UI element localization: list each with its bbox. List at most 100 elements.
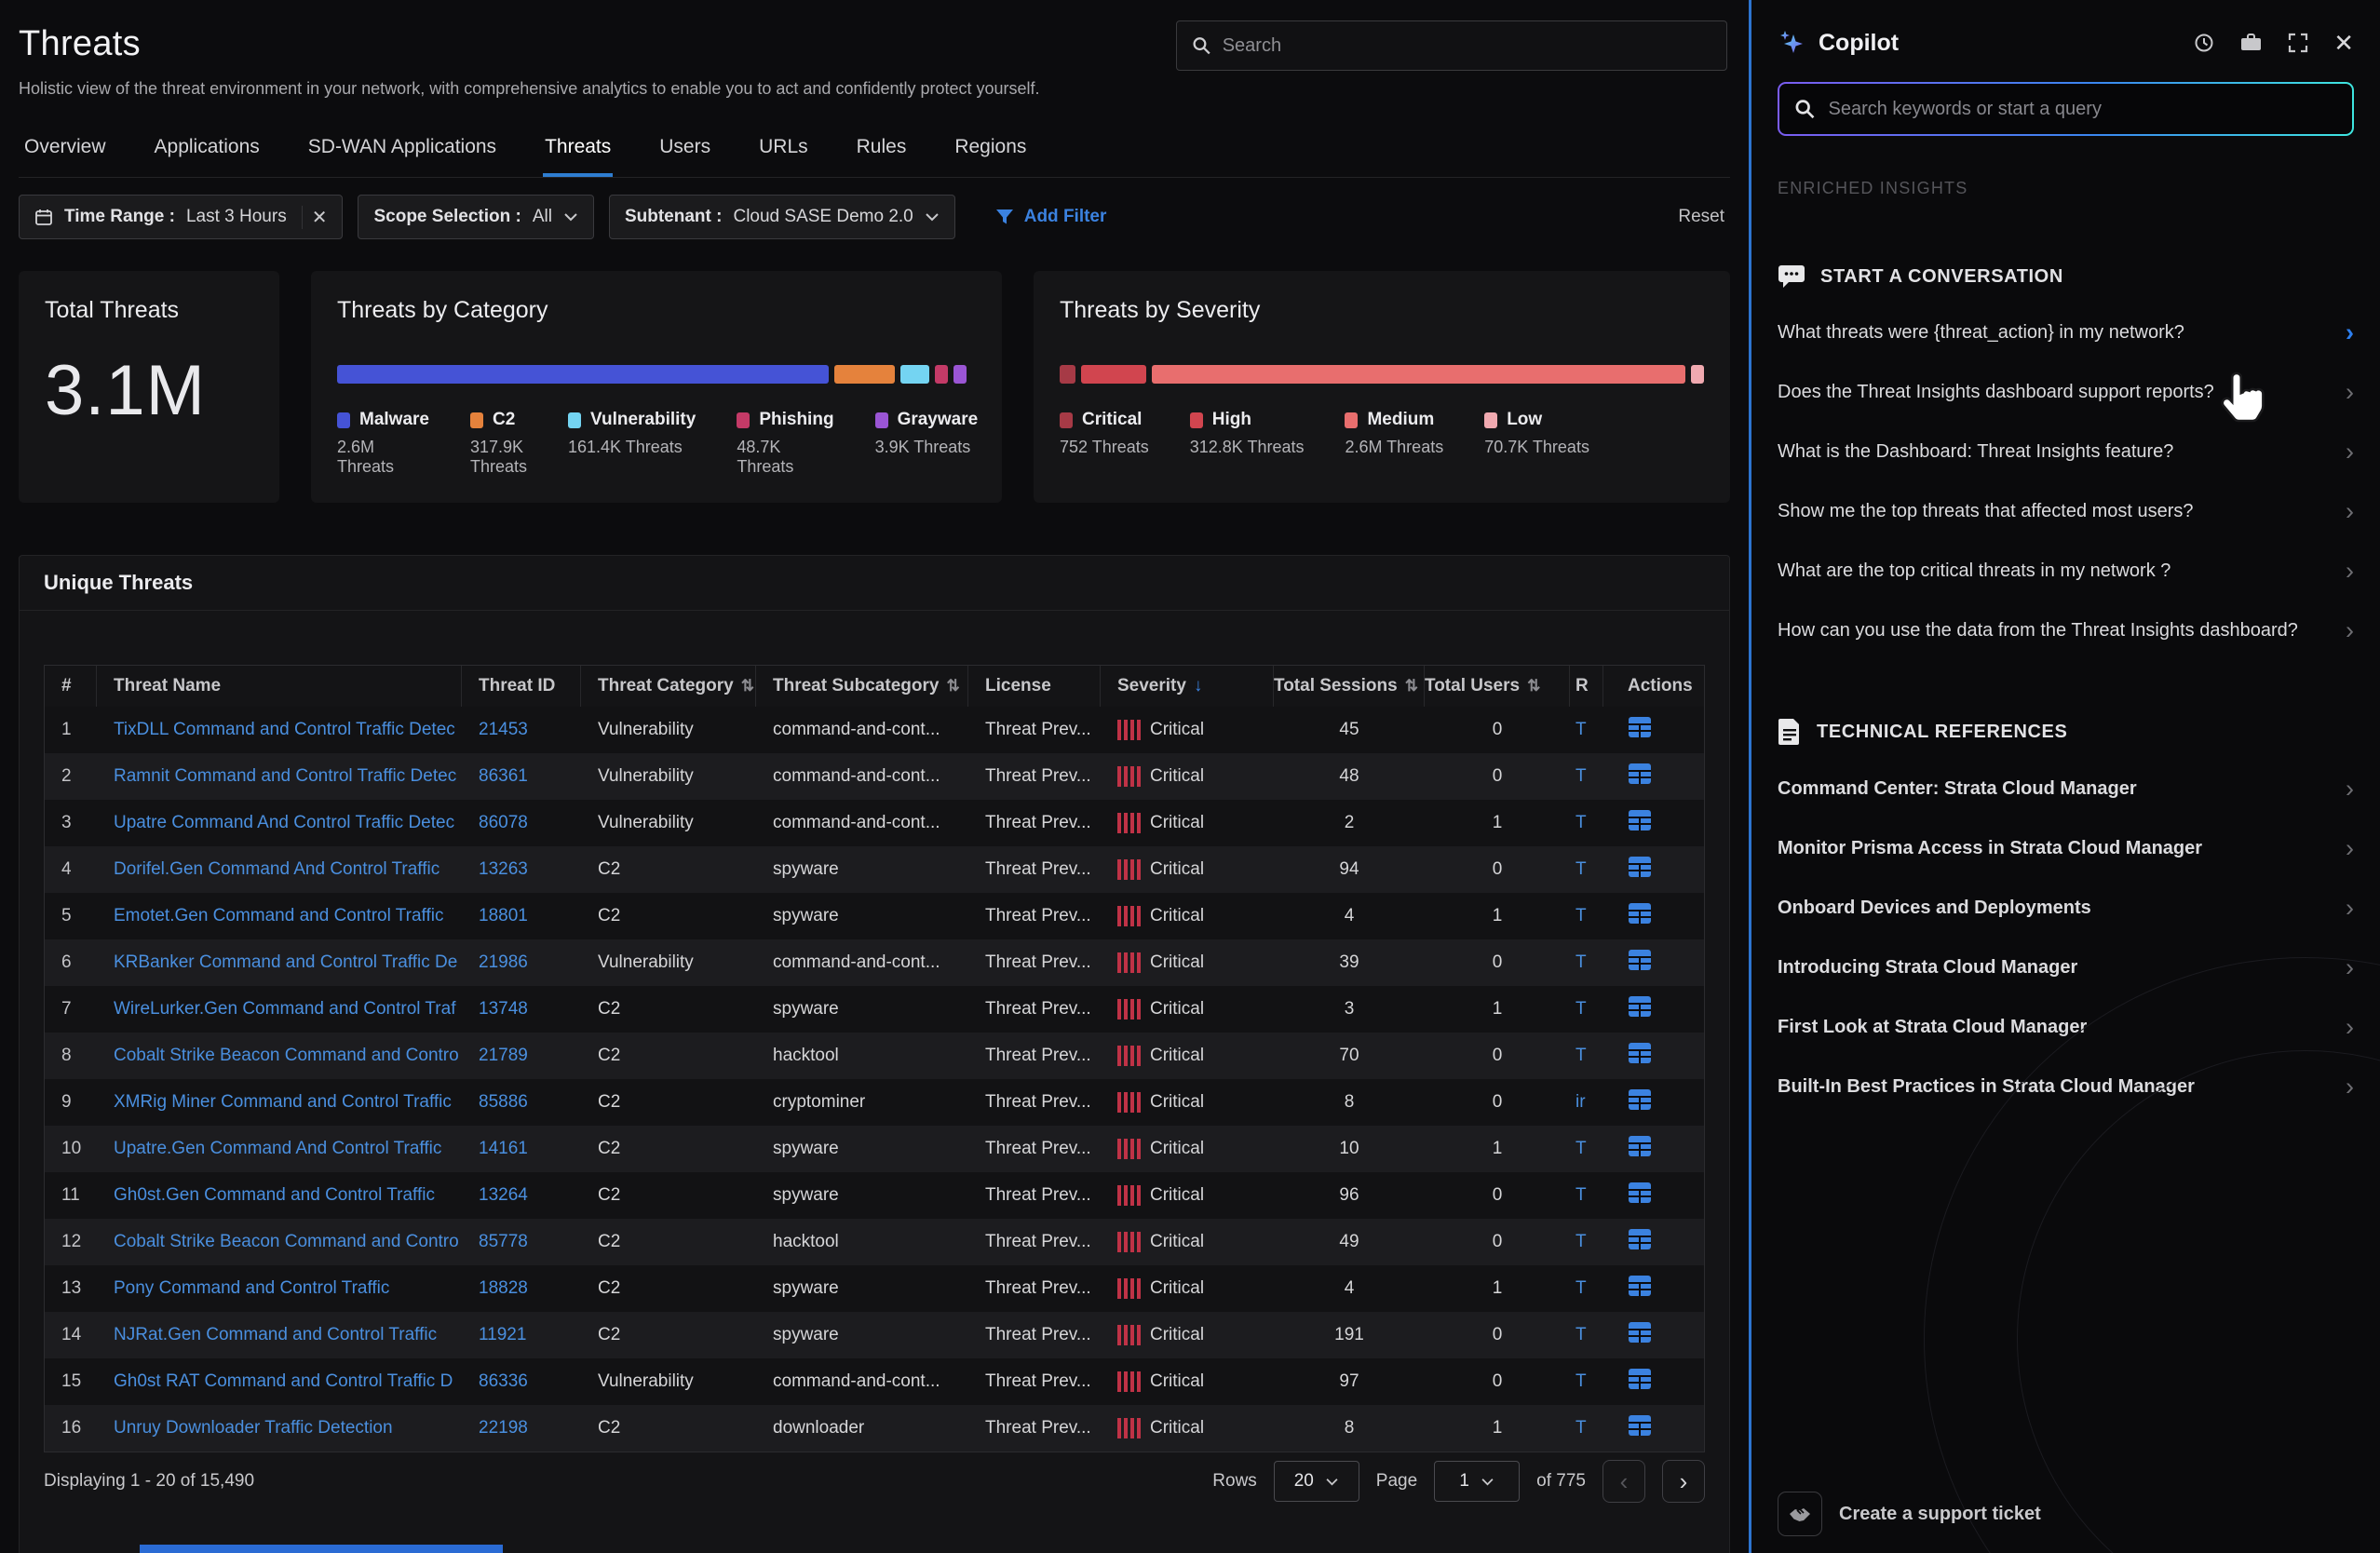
table-actions-icon[interactable] <box>1628 1423 1652 1442</box>
table-actions-icon[interactable] <box>1628 1143 1652 1163</box>
tab-rules[interactable]: Rules <box>855 127 909 177</box>
threat-name-link[interactable]: Upatre.Gen Command And Control Traffic <box>97 1139 462 1159</box>
expand-icon[interactable] <box>2287 32 2309 54</box>
threat-name-link[interactable]: Upatre Command And Control Traffic Detec <box>97 813 462 833</box>
threat-id-link[interactable]: 14161 <box>462 1139 581 1159</box>
copilot-search[interactable] <box>1779 84 2352 134</box>
close-icon[interactable]: ✕ <box>2333 29 2354 58</box>
r-column-link[interactable]: T <box>1570 720 1603 740</box>
table-actions-icon[interactable] <box>1628 817 1652 837</box>
r-column-link[interactable]: T <box>1570 1046 1603 1066</box>
tab-urls[interactable]: URLs <box>757 127 810 177</box>
sort-desc-icon[interactable]: ↓ <box>1194 676 1203 696</box>
column-header-threat-category[interactable]: Threat Category⇅ <box>581 666 756 707</box>
threat-id-link[interactable]: 13263 <box>462 859 581 880</box>
threat-name-link[interactable]: Cobalt Strike Beacon Command and Contro <box>97 1232 462 1252</box>
copilot-search-input[interactable] <box>1829 99 2338 120</box>
threat-name-link[interactable]: WireLurker.Gen Command and Control Traf <box>97 999 462 1020</box>
filter-chip-time-range[interactable]: Time Range : Last 3 Hours ✕ <box>19 195 343 239</box>
reference-link[interactable]: Built-In Best Practices in Strata Cloud … <box>1778 1057 2354 1116</box>
column-header-license[interactable]: License <box>968 666 1101 707</box>
threat-id-link[interactable]: 18801 <box>462 906 581 926</box>
history-icon[interactable] <box>2193 32 2215 54</box>
threat-name-link[interactable]: TixDLL Command and Control Traffic Detec <box>97 720 462 740</box>
column-header-threat-id[interactable]: Threat ID <box>462 666 581 707</box>
r-column-link[interactable]: T <box>1570 1278 1603 1299</box>
table-actions-icon[interactable] <box>1628 771 1652 790</box>
tab-overview[interactable]: Overview <box>22 127 108 177</box>
sort-icon[interactable]: ⇅ <box>1405 677 1418 695</box>
tab-regions[interactable]: Regions <box>953 127 1028 177</box>
remove-filter-icon[interactable]: ✕ <box>302 206 328 229</box>
next-page-button[interactable]: › <box>1662 1460 1705 1503</box>
column-header-num[interactable]: # <box>45 666 97 707</box>
global-search[interactable] <box>1176 20 1727 71</box>
r-column-link[interactable]: T <box>1570 952 1603 973</box>
tab-threats[interactable]: Threats <box>543 127 613 177</box>
copilot-question[interactable]: Show me the top threats that affected mo… <box>1778 481 2354 541</box>
threat-id-link[interactable]: 21453 <box>462 720 581 740</box>
r-column-link[interactable]: T <box>1570 1139 1603 1159</box>
reference-link[interactable]: Introducing Strata Cloud Manager› <box>1778 938 2354 997</box>
copilot-question[interactable]: What is the Dashboard: Threat Insights f… <box>1778 422 2354 481</box>
rows-per-page-select[interactable]: 20 <box>1274 1461 1359 1502</box>
briefcase-icon[interactable] <box>2239 32 2263 54</box>
threat-name-link[interactable]: NJRat.Gen Command and Control Traffic <box>97 1325 462 1345</box>
threat-id-link[interactable]: 86361 <box>462 766 581 787</box>
threat-id-link[interactable]: 11921 <box>462 1325 581 1345</box>
reference-link[interactable]: Onboard Devices and Deployments› <box>1778 878 2354 938</box>
filter-chip-scope[interactable]: Scope Selection : All <box>358 195 594 239</box>
add-filter-button[interactable]: Add Filter <box>994 207 1107 227</box>
r-column-link[interactable]: T <box>1570 859 1603 880</box>
table-actions-icon[interactable] <box>1628 1330 1652 1349</box>
column-header-actions[interactable]: Actions <box>1603 666 1698 707</box>
table-actions-icon[interactable] <box>1628 1376 1652 1396</box>
threat-id-link[interactable]: 21789 <box>462 1046 581 1066</box>
r-column-link[interactable]: T <box>1570 1232 1603 1252</box>
r-column-link[interactable]: T <box>1570 999 1603 1020</box>
threat-id-link[interactable]: 13264 <box>462 1185 581 1206</box>
threat-name-link[interactable]: Pony Command and Control Traffic <box>97 1278 462 1299</box>
threat-name-link[interactable]: Gh0st RAT Command and Control Traffic D <box>97 1371 462 1392</box>
reference-link[interactable]: Command Center: Strata Cloud Manager› <box>1778 759 2354 818</box>
r-column-link[interactable]: T <box>1570 1185 1603 1206</box>
table-actions-icon[interactable] <box>1628 1097 1652 1116</box>
r-column-link[interactable]: T <box>1570 906 1603 926</box>
column-header-threat-name[interactable]: Threat Name <box>97 666 462 707</box>
column-header-threat-subcategory[interactable]: Threat Subcategory⇅ <box>756 666 968 707</box>
reset-button[interactable]: Reset <box>1678 207 1724 227</box>
page-select[interactable]: 1 <box>1434 1461 1520 1502</box>
table-actions-icon[interactable] <box>1628 911 1652 930</box>
threat-name-link[interactable]: Cobalt Strike Beacon Command and Contro <box>97 1046 462 1066</box>
column-header-r[interactable]: R <box>1570 666 1603 707</box>
table-actions-icon[interactable] <box>1628 1004 1652 1023</box>
prev-page-button[interactable]: ‹ <box>1602 1460 1645 1503</box>
threat-name-link[interactable]: XMRig Miner Command and Control Traffic <box>97 1092 462 1113</box>
threat-name-link[interactable]: Emotet.Gen Command and Control Traffic <box>97 906 462 926</box>
r-column-link[interactable]: T <box>1570 813 1603 833</box>
threat-id-link[interactable]: 13748 <box>462 999 581 1020</box>
threat-id-link[interactable]: 86078 <box>462 813 581 833</box>
threat-name-link[interactable]: KRBanker Command and Control Traffic De <box>97 952 462 973</box>
tab-sd-wan-applications[interactable]: SD-WAN Applications <box>306 127 498 177</box>
threat-id-link[interactable]: 21986 <box>462 952 581 973</box>
copilot-question[interactable]: What are the top critical threats in my … <box>1778 541 2354 601</box>
r-column-link[interactable]: T <box>1570 766 1603 787</box>
table-actions-icon[interactable] <box>1628 1190 1652 1209</box>
tab-applications[interactable]: Applications <box>153 127 262 177</box>
threat-name-link[interactable]: Gh0st.Gen Command and Control Traffic <box>97 1185 462 1206</box>
column-header-total-sessions[interactable]: Total Sessions⇅ <box>1274 666 1425 707</box>
table-actions-icon[interactable] <box>1628 1283 1652 1303</box>
threat-name-link[interactable]: Ramnit Command and Control Traffic Detec <box>97 766 462 787</box>
reference-link[interactable]: Monitor Prisma Access in Strata Cloud Ma… <box>1778 818 2354 878</box>
create-support-ticket[interactable]: Create a support ticket <box>1778 1492 2041 1536</box>
threat-name-link[interactable]: Unruy Downloader Traffic Detection <box>97 1418 462 1438</box>
filter-chip-subtenant[interactable]: Subtenant : Cloud SASE Demo 2.0 <box>609 195 955 239</box>
threat-id-link[interactable]: 18828 <box>462 1278 581 1299</box>
r-column-link[interactable]: ir <box>1570 1092 1603 1113</box>
threat-id-link[interactable]: 85886 <box>462 1092 581 1113</box>
table-actions-icon[interactable] <box>1628 1050 1652 1070</box>
copilot-question[interactable]: What threats were {threat_action} in my … <box>1778 303 2354 362</box>
table-actions-icon[interactable] <box>1628 864 1652 884</box>
reference-link[interactable]: First Look at Strata Cloud Manager› <box>1778 997 2354 1057</box>
